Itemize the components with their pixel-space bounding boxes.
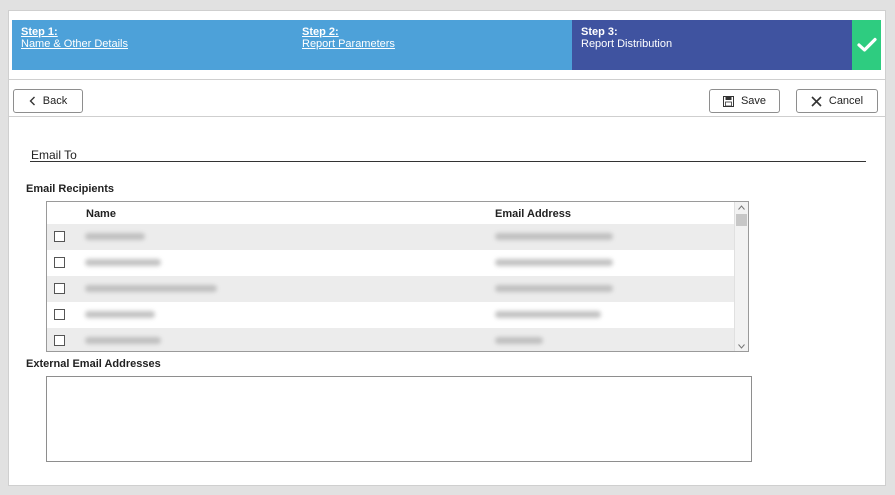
redacted-email [495, 233, 613, 240]
floppy-disk-icon [722, 95, 734, 107]
divider [9, 79, 885, 80]
external-emails-label: External Email Addresses [26, 358, 161, 370]
back-label: Back [42, 95, 68, 107]
table-row[interactable] [47, 328, 735, 351]
vertical-scrollbar[interactable] [734, 202, 748, 351]
step-1-link[interactable]: Step 1: Name & Other Details [12, 20, 293, 70]
grid-header: Name Email Address [47, 202, 735, 224]
step-1-title: Step 1: [21, 26, 58, 38]
recipient-rows [47, 224, 735, 351]
report-wizard-panel: Step 1: Name & Other Details Step 2: Rep… [8, 10, 886, 486]
checkmark-icon [856, 37, 877, 52]
redacted-name [85, 311, 155, 318]
cancel-button[interactable]: Cancel [796, 89, 878, 113]
step-2-link[interactable]: Step 2: Report Parameters [293, 20, 572, 70]
step-2-title: Step 2: [302, 26, 339, 38]
back-button[interactable]: Back [13, 89, 83, 113]
save-button[interactable]: Save [709, 89, 780, 113]
row-checkbox[interactable] [54, 283, 65, 294]
scroll-up-arrow-icon[interactable] [735, 202, 748, 212]
email-column-header: Email Address [495, 208, 572, 220]
step-1-subtitle: Name & Other Details [21, 38, 128, 50]
external-emails-textarea[interactable] [46, 376, 752, 462]
row-checkbox[interactable] [54, 309, 65, 320]
table-row[interactable] [47, 276, 735, 302]
section-divider [30, 161, 866, 162]
recipients-grid: Name Email Address [46, 201, 749, 352]
redacted-name [85, 259, 161, 266]
step-3-current: Step 3: Report Distribution [572, 20, 852, 70]
row-checkbox[interactable] [54, 231, 65, 242]
step-3-subtitle: Report Distribution [581, 38, 673, 50]
scrollbar-thumb[interactable] [736, 214, 747, 226]
cancel-label: Cancel [828, 95, 864, 107]
row-checkbox[interactable] [54, 257, 65, 268]
table-row[interactable] [47, 302, 735, 328]
redacted-name [85, 337, 161, 344]
redacted-name [85, 233, 145, 240]
table-row[interactable] [47, 250, 735, 276]
close-icon [811, 95, 822, 107]
redacted-email [495, 285, 613, 292]
redacted-name [85, 285, 217, 292]
wizard-steps: Step 1: Name & Other Details Step 2: Rep… [12, 20, 881, 70]
section-title: Email To [31, 148, 77, 162]
name-column-header: Name [86, 208, 116, 220]
step-2-subtitle: Report Parameters [302, 38, 395, 50]
divider [9, 116, 885, 117]
step-3-title: Step 3: [581, 26, 618, 38]
redacted-email [495, 337, 543, 344]
row-checkbox[interactable] [54, 335, 65, 346]
table-row[interactable] [47, 224, 735, 250]
redacted-email [495, 259, 613, 266]
recipients-label: Email Recipients [26, 183, 115, 195]
save-label: Save [740, 95, 767, 107]
finish-step[interactable] [852, 20, 881, 70]
chevron-left-icon [29, 96, 35, 106]
scroll-down-arrow-icon[interactable] [735, 341, 748, 351]
redacted-email [495, 311, 601, 318]
